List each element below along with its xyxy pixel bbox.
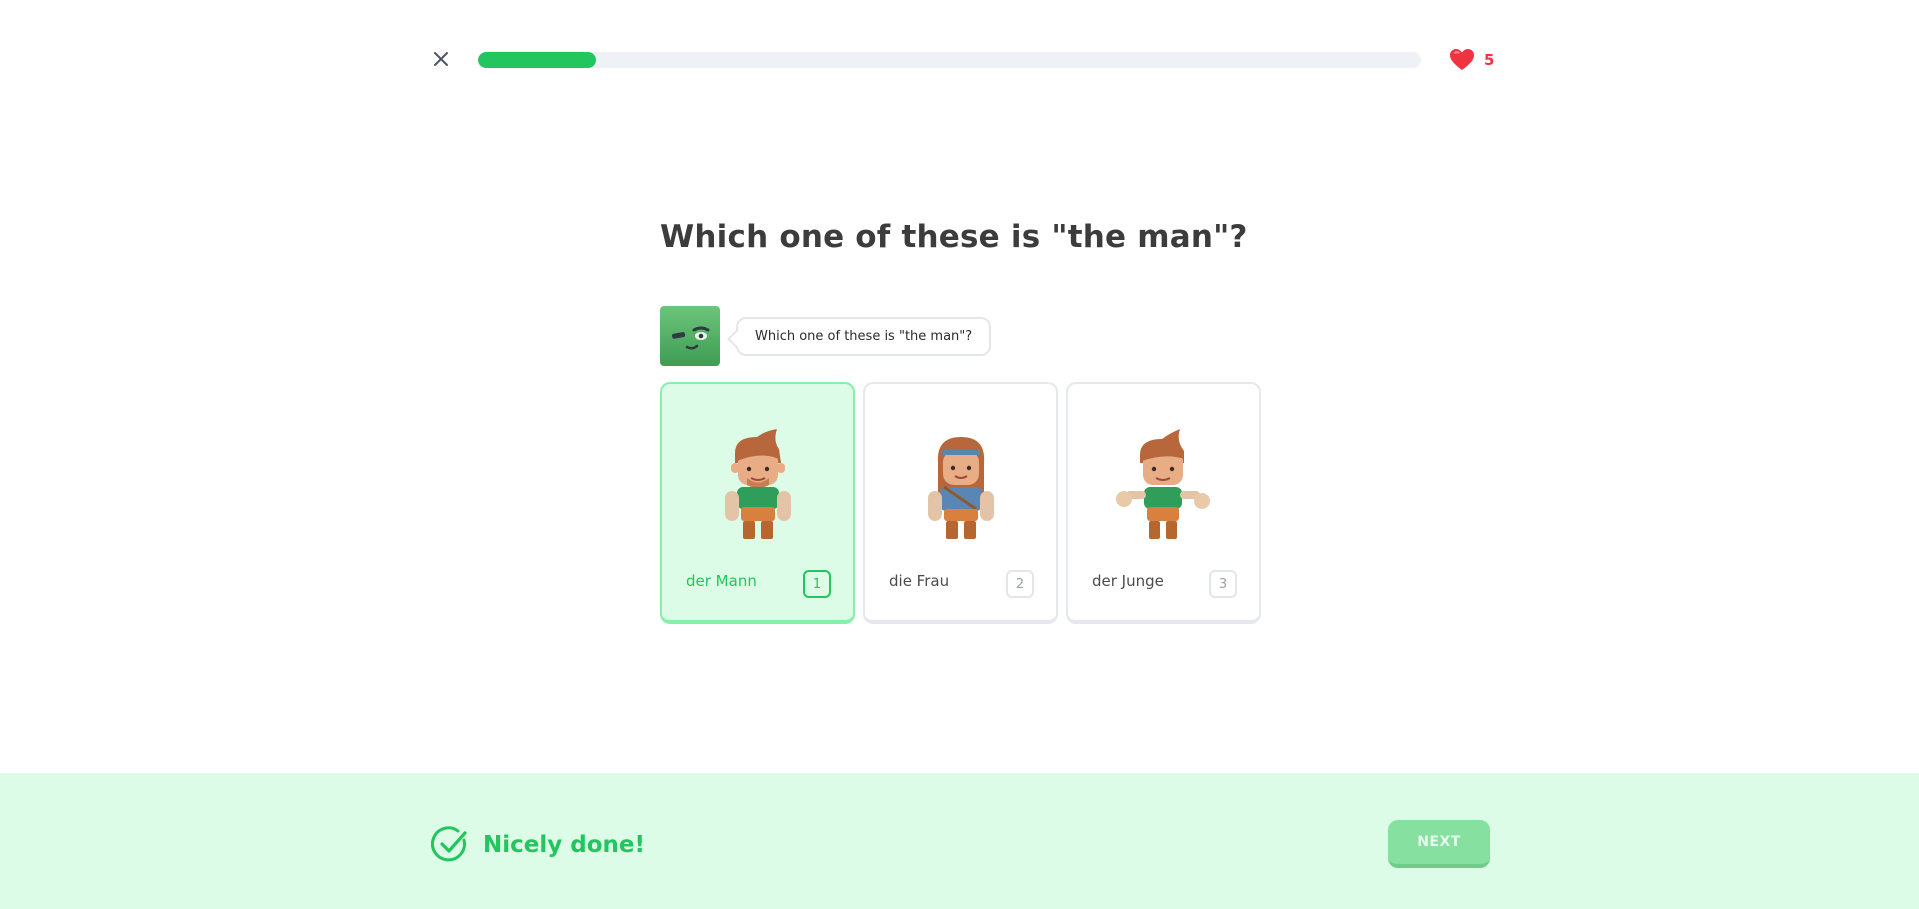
choice-label: der Junge — [1092, 572, 1164, 590]
choice-card-der-junge[interactable]: der Junge 3 — [1066, 382, 1261, 624]
question-title: Which one of these is "the man"? — [660, 219, 1248, 255]
feedback-footer — [0, 773, 1919, 909]
lesson-progress-fill — [478, 52, 596, 68]
hearts-count: 5 — [1484, 50, 1495, 69]
choice-shortcut-key: 1 — [803, 570, 831, 598]
choice-label: die Frau — [889, 572, 950, 590]
result-message: Nicely done! — [431, 826, 645, 864]
mascot-avatar — [660, 306, 720, 366]
heart-icon — [1450, 49, 1474, 70]
choice-card-die-frau[interactable]: die Frau 2 — [863, 382, 1058, 624]
close-icon — [434, 52, 448, 66]
speech-bubble-text: Which one of these is "the man"? — [755, 329, 973, 344]
hearts-counter: 5 — [1449, 48, 1494, 71]
boy-illustration — [1115, 429, 1210, 539]
result-text: Nicely done! — [483, 832, 645, 858]
close-button[interactable] — [431, 49, 451, 69]
next-button[interactable]: NEXT — [1388, 820, 1490, 868]
choice-shortcut-key: 2 — [1006, 570, 1034, 598]
man-illustration — [724, 429, 791, 539]
lesson-progress-bar — [478, 52, 1421, 68]
choice-card-der-mann[interactable]: der Mann 1 — [660, 382, 855, 624]
speech-bubble: Which one of these is "the man"? — [736, 317, 992, 356]
choice-shortcut-key: 3 — [1209, 570, 1237, 598]
choice-label: der Mann — [686, 572, 757, 590]
check-circle-icon — [431, 826, 467, 862]
woman-illustration — [927, 437, 994, 539]
